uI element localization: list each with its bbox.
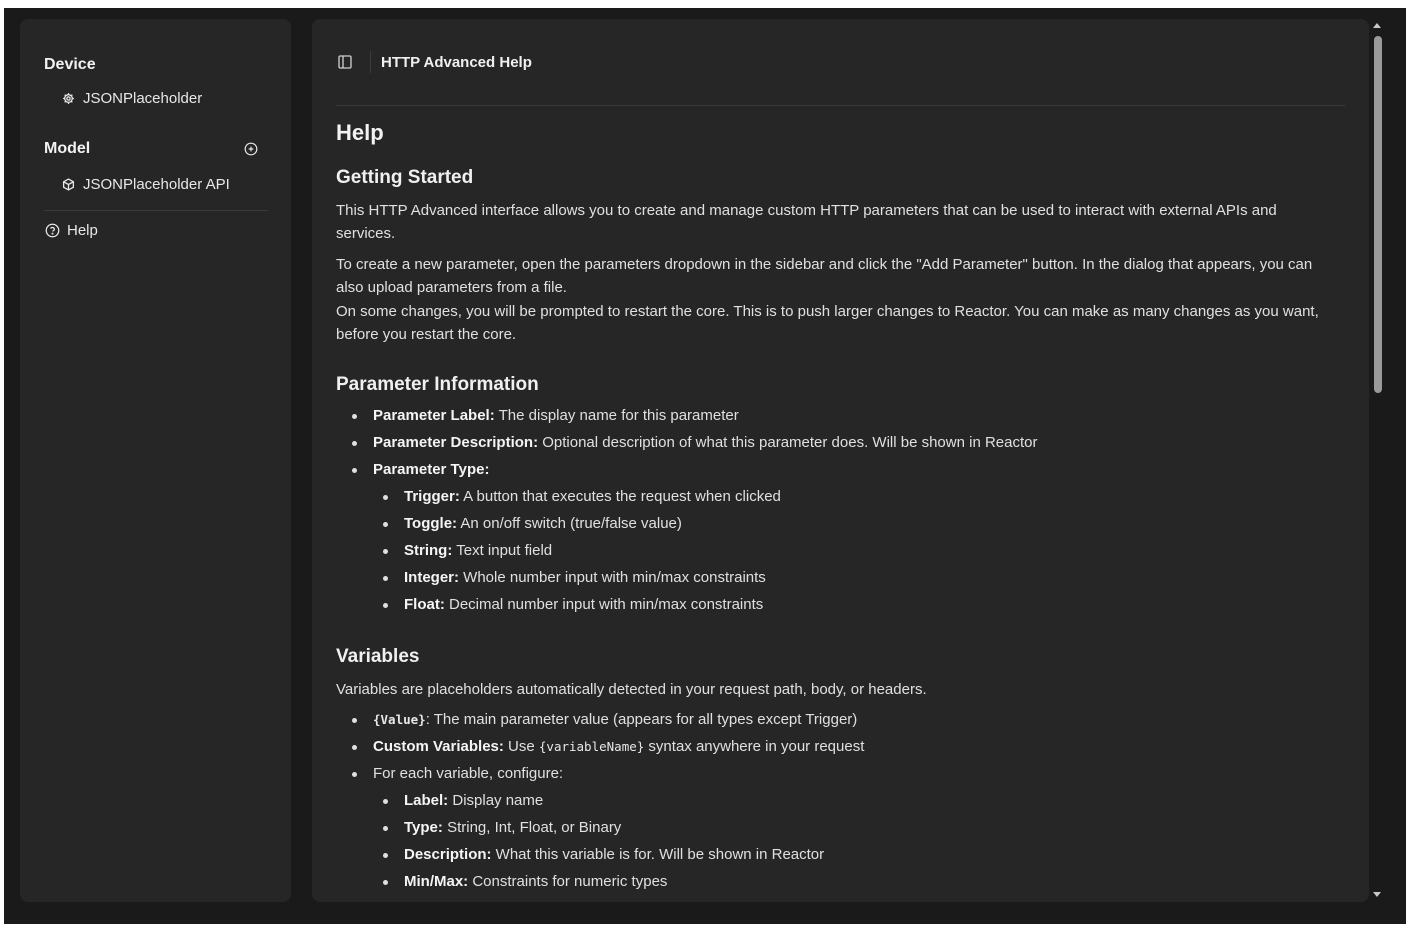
list-item: String: Text input field bbox=[336, 537, 1037, 564]
getting-started-p3: On some changes, you will be prompted to… bbox=[336, 303, 1319, 343]
sidebar-item-help-label: Help bbox=[67, 221, 98, 239]
variables-list: {Value}: The main parameter value (appea… bbox=[336, 706, 864, 895]
scroll-up-arrow-icon[interactable] bbox=[1373, 23, 1381, 28]
model-section-title: Model bbox=[44, 139, 268, 159]
list-item: Description: What this variable is for. … bbox=[336, 841, 864, 868]
list-item: Toggle: An on/off switch (true/false val… bbox=[336, 510, 1037, 537]
parameter-info-list: Parameter Label: The display name for th… bbox=[336, 402, 1037, 618]
model-title: Model bbox=[44, 140, 91, 157]
parameter-info-heading: Parameter Information bbox=[336, 374, 539, 395]
main-panel: HTTP Advanced Help Help Getting Started … bbox=[312, 19, 1369, 902]
list-item: Parameter Description: Optional descript… bbox=[336, 429, 1037, 456]
device-section-title: Device bbox=[44, 55, 268, 75]
getting-started-heading: Getting Started bbox=[336, 167, 474, 188]
variables-heading: Variables bbox=[336, 646, 420, 667]
header-separator bbox=[370, 51, 371, 73]
main-scrollbar[interactable] bbox=[1369, 19, 1386, 902]
list-item: Custom Variables: Use {variableName} syn… bbox=[336, 733, 864, 760]
list-item: {Value}: The main parameter value (appea… bbox=[336, 706, 864, 733]
getting-started-p1: This HTTP Advanced interface allows you … bbox=[336, 202, 1277, 242]
list-item: Parameter Label: The display name for th… bbox=[336, 402, 1037, 429]
main-header: HTTP Advanced Help bbox=[336, 19, 1345, 106]
sidebar-item-device-label: JSONPlaceholder bbox=[83, 89, 203, 107]
scroll-thumb[interactable] bbox=[1374, 36, 1382, 393]
page-title: HTTP Advanced Help bbox=[381, 53, 532, 71]
list-item: Trigger: A button that executes the requ… bbox=[336, 483, 1037, 510]
sidebar-item-model-label: JSONPlaceholder API bbox=[83, 175, 230, 193]
sidebar-toggle-icon[interactable] bbox=[336, 53, 354, 71]
sidebar-item-model[interactable]: JSONPlaceholder API bbox=[44, 174, 268, 194]
cube-icon bbox=[60, 176, 76, 192]
list-item: Type: String, Int, Float, or Binary bbox=[336, 814, 864, 841]
scroll-down-arrow-icon[interactable] bbox=[1373, 892, 1381, 897]
list-item: Integer: Whole number input with min/max… bbox=[336, 564, 1037, 591]
sidebar-divider bbox=[44, 210, 268, 211]
sidebar-item-device[interactable]: JSONPlaceholder bbox=[44, 88, 268, 108]
list-item: For each variable, configure: bbox=[336, 760, 864, 787]
sidebar-item-help[interactable]: Help bbox=[44, 220, 268, 240]
list-item: Min/Max: Constraints for numeric types bbox=[336, 868, 864, 895]
getting-started-p2: To create a new parameter, open the para… bbox=[336, 256, 1313, 296]
list-item: Parameter Type: bbox=[336, 456, 1037, 483]
sidebar: Device JSONPlaceholder Model JSONPlaceho… bbox=[20, 19, 291, 902]
help-heading: Help bbox=[336, 120, 384, 145]
device-title: Device bbox=[44, 56, 96, 73]
add-model-icon[interactable] bbox=[244, 142, 258, 156]
list-item: Label: Display name bbox=[336, 787, 864, 814]
variables-intro: Variables are placeholders automatically… bbox=[336, 681, 927, 698]
list-item: Float: Decimal number input with min/max… bbox=[336, 591, 1037, 618]
help-icon bbox=[44, 222, 60, 238]
gear-icon bbox=[60, 90, 76, 106]
